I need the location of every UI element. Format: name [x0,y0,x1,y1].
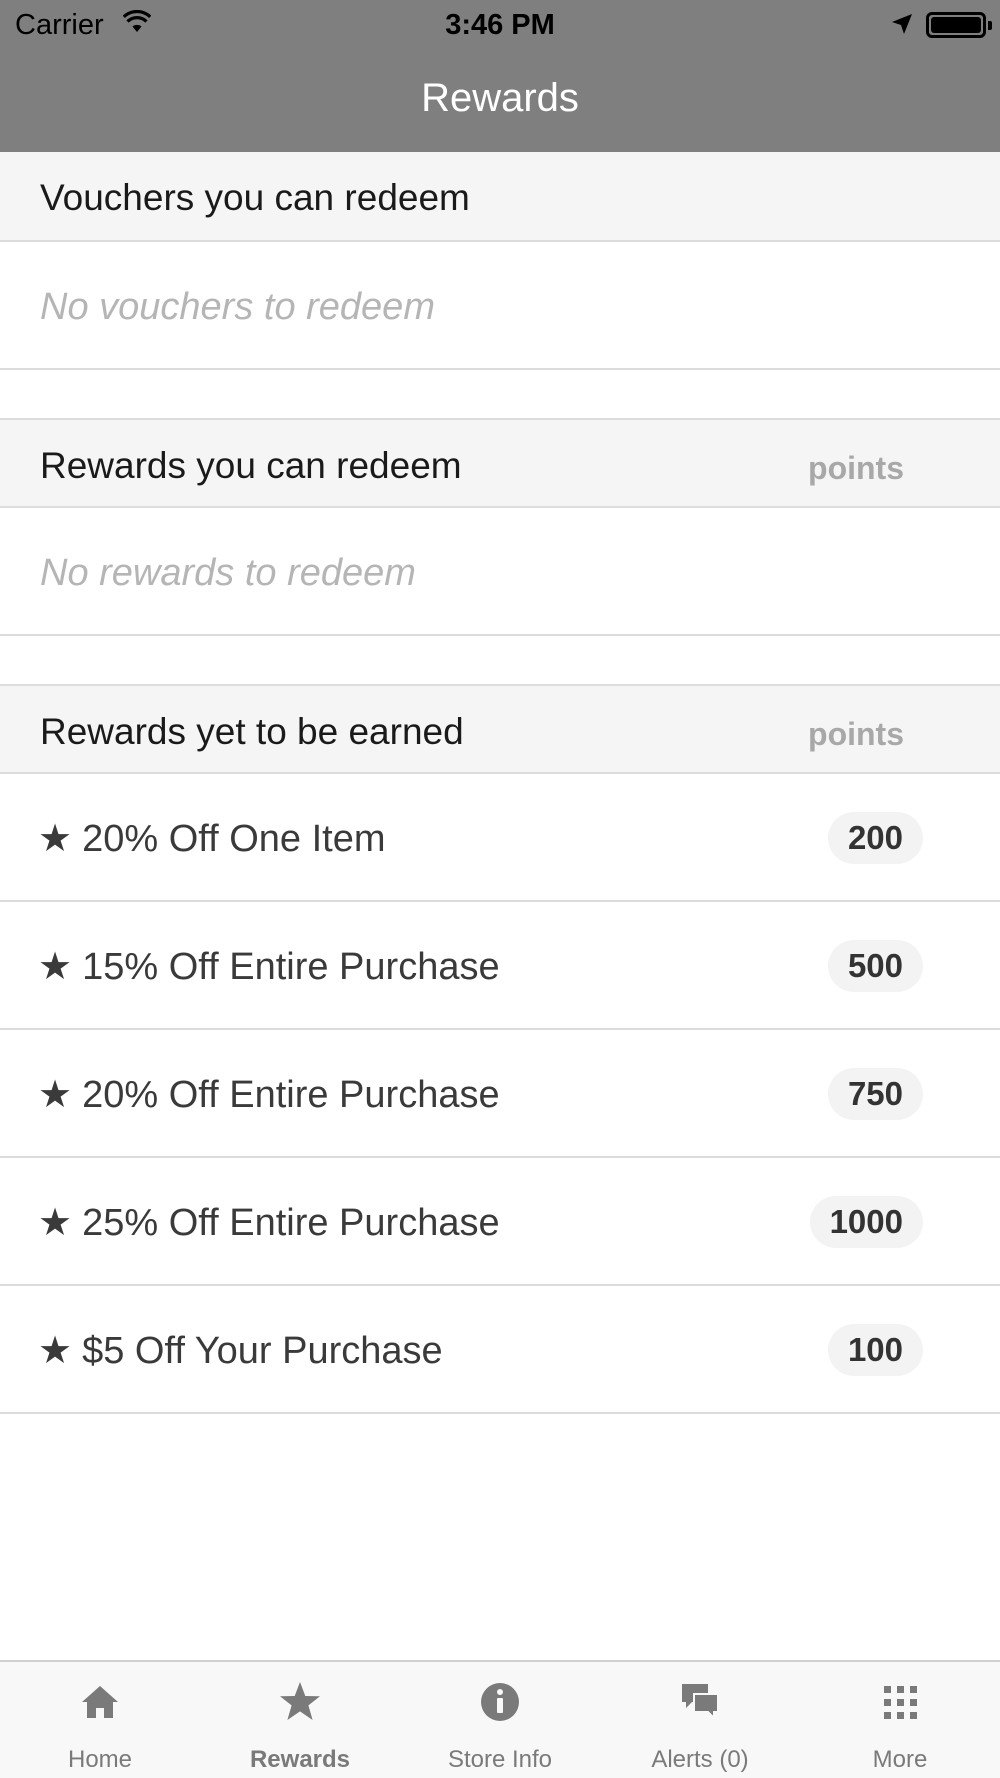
star-icon [280,1682,320,1720]
reward-title: 15% Off Entire Purchase [82,946,500,988]
grid-dots-icon [884,1686,917,1719]
tab-rewards[interactable]: Rewards [200,1662,400,1778]
points-badge: 500 [827,940,923,992]
reward-title: 25% Off Entire Purchase [82,1202,500,1244]
points-badge: 200 [827,812,923,864]
star-icon: ★ [38,946,73,988]
star-icon: ★ [38,818,73,860]
section-header-upcoming: Rewards yet to be earned points [0,684,1000,774]
empty-rewards-text: No rewards to redeem [40,552,416,594]
location-arrow-icon [892,14,912,34]
star-icon: ★ [38,1074,73,1116]
battery-icon [926,12,992,38]
star-icon: ★ [38,1202,73,1244]
points-column-label: points [808,716,904,752]
empty-vouchers-row: No vouchers to redeem [0,242,1000,370]
reward-row[interactable]: ★ 20% Off Entire Purchase 750 [0,1030,1000,1158]
info-icon [481,1683,519,1721]
tab-alerts[interactable]: Alerts (0) [600,1662,800,1778]
empty-vouchers-text: No vouchers to redeem [40,286,435,328]
status-bar: Carrier 3:46 PM [0,0,1000,52]
rewards-list: Vouchers you can redeem No vouchers to r… [0,152,1000,1414]
points-column-label: points [808,450,904,486]
empty-rewards-row: No rewards to redeem [0,508,1000,636]
tab-label: Rewards [249,1746,351,1773]
home-icon [82,1686,118,1718]
reward-row[interactable]: ★ 20% Off One Item 200 [0,774,1000,902]
tab-label: Store Info [447,1746,553,1773]
section-header-vouchers: Vouchers you can redeem [0,152,1000,242]
tab-store-info[interactable]: Store Info [400,1662,600,1778]
status-time: 3:46 PM [445,9,555,41]
section-header-redeemable: Rewards you can redeem points [0,418,1000,508]
reward-title: 20% Off Entire Purchase [82,1074,500,1116]
tab-home[interactable]: Home [0,1662,200,1778]
tab-label: Alerts (0) [651,1746,749,1773]
reward-title: 20% Off One Item [82,818,386,860]
tab-label: More [872,1746,928,1773]
tab-bar: Home Rewards Store Info Alerts (0) More [0,1660,1000,1778]
star-icon: ★ [38,1330,73,1372]
tab-more[interactable]: More [800,1662,1000,1778]
points-badge: 750 [827,1068,923,1120]
reward-row[interactable]: ★ $5 Off Your Purchase 100 [0,1286,1000,1414]
page-title: Rewards [421,76,579,120]
section-title: Rewards yet to be earned [40,711,464,752]
points-badge: 1000 [809,1196,923,1248]
reward-title: $5 Off Your Purchase [82,1330,443,1372]
section-title: Vouchers you can redeem [40,177,470,218]
points-badge: 100 [827,1324,923,1376]
reward-row[interactable]: ★ 15% Off Entire Purchase 500 [0,902,1000,1030]
chat-bubbles-icon [682,1684,719,1721]
tab-label: Home [67,1746,133,1773]
reward-row[interactable]: ★ 25% Off Entire Purchase 1000 [0,1158,1000,1286]
section-title: Rewards you can redeem [40,445,462,486]
navigation-bar: Carrier 3:46 PM Rewards [0,0,1000,152]
